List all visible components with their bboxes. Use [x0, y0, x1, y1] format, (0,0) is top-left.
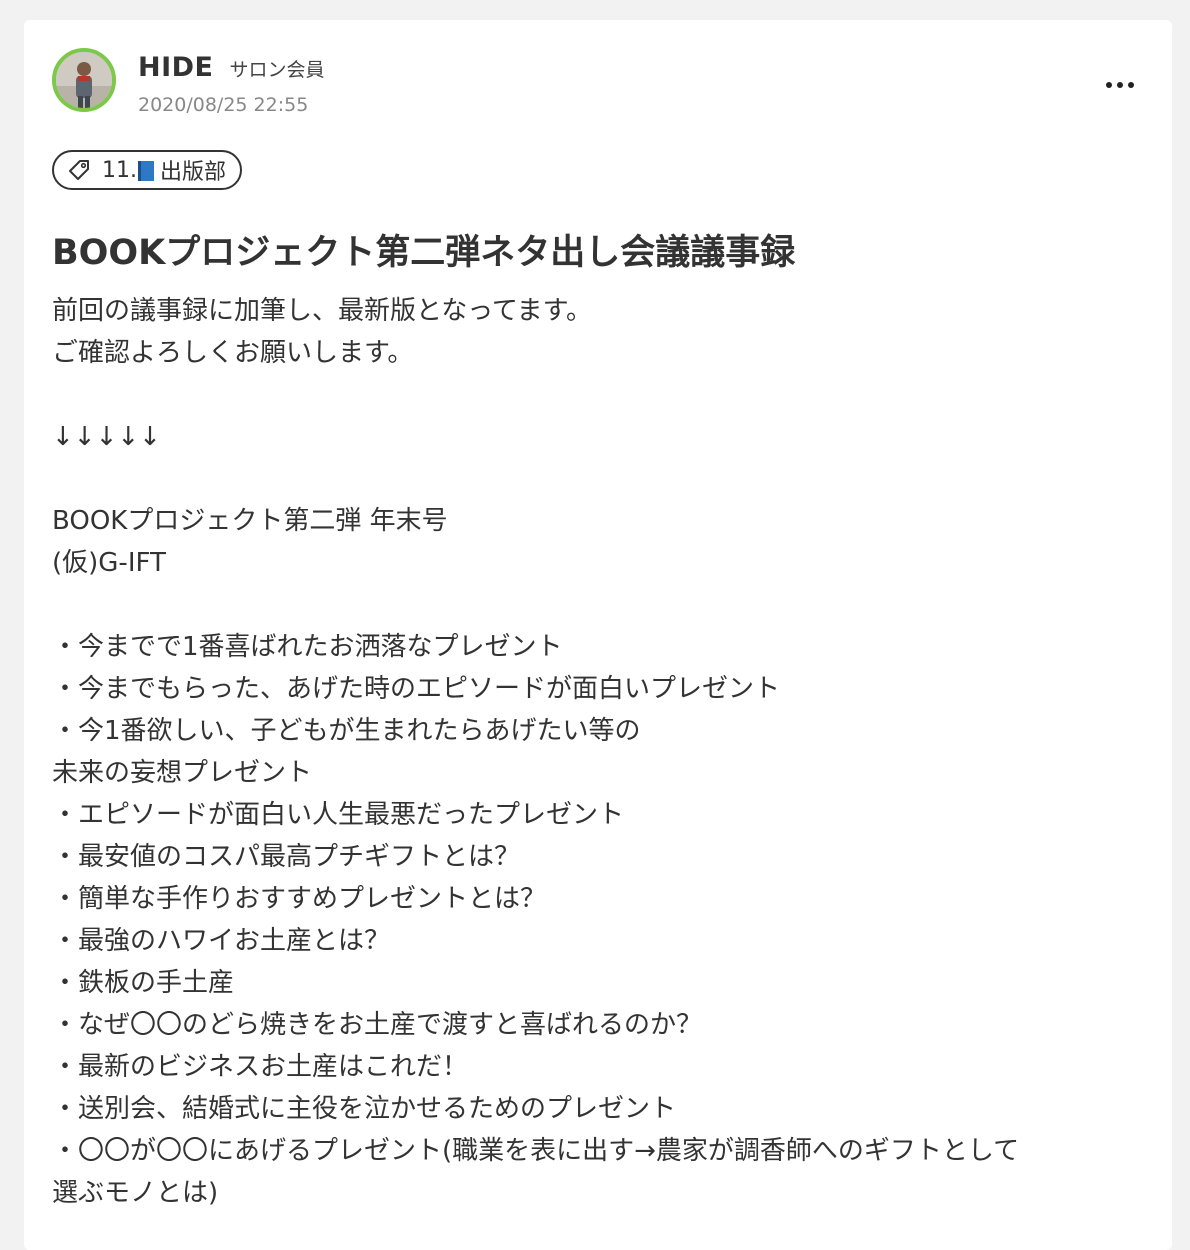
more-horizontal-icon — [1106, 82, 1112, 88]
avatar[interactable] — [52, 48, 116, 112]
more-options-button[interactable] — [1096, 70, 1144, 100]
post-body: 前回の議事録に加筆し、最新版となってます。 ご確認よろしくお願いします。 ↓↓↓… — [52, 290, 1142, 1214]
list-item: ・最安値のコスパ最高プチギフトとは？ — [52, 842, 521, 872]
author-role: サロン会員 — [229, 59, 325, 81]
list-item: 未来の妄想プレゼント — [52, 758, 313, 788]
list-item: 選ぶモノとは) — [52, 1178, 219, 1208]
body-line-project-subtitle: (仮)G-IFT — [52, 548, 166, 578]
category-tag[interactable]: 11. 出版部 — [52, 150, 243, 190]
blue-book-icon — [138, 161, 154, 181]
list-item: ・今までもらった、あげた時のエピソードが面白いプレゼント — [52, 674, 781, 704]
list-item: ・送別会、結婚式に主役を泣かせるためのプレゼント — [52, 1094, 677, 1124]
list-item: ・エピソードが面白い人生最悪だったプレゼント — [52, 800, 625, 830]
list-item: ・今までで1番喜ばれたお洒落なプレゼント — [52, 632, 563, 662]
author-name[interactable]: HIDE — [138, 52, 214, 83]
avatar-photo — [56, 52, 112, 108]
list-item: ・鉄板の手土産 — [52, 968, 235, 998]
author-info: HIDE サロン会員 — [138, 52, 325, 83]
list-item: ・今1番欲しい、子どもが生まれたらあげたい等の — [52, 716, 641, 746]
body-line-intro-1: 前回の議事録に加筆し、最新版となってます。 — [52, 296, 593, 326]
post-timestamp: 2020/08/25 22:55 — [138, 94, 309, 116]
tag-icon — [69, 160, 89, 180]
post-title: BOOKプロジェクト第二弾ネタ出し会議議事録 — [52, 233, 796, 273]
list-item: ・最強のハワイお土産とは？ — [52, 926, 391, 956]
body-line-arrows: ↓↓↓↓↓ — [52, 422, 161, 452]
list-item: ・〇〇が〇〇にあげるプレゼント(職業を表に出す→農家が調香師へのギフトとして — [52, 1136, 1020, 1166]
list-item: ・最新のビジネスお土産はこれだ！ — [52, 1052, 469, 1082]
tag-label: 11. 出版部 — [102, 154, 226, 186]
post-card: HIDE サロン会員 2020/08/25 22:55 11. 出版部 BOOK… — [24, 20, 1172, 1250]
body-line-project-title: BOOKプロジェクト第二弾 年末号 — [52, 506, 448, 536]
tag-prefix: 11. — [102, 157, 137, 183]
list-item: ・なぜ〇〇のどら焼きをお土産で渡すと喜ばれるのか？ — [52, 1010, 703, 1040]
body-line-intro-2: ご確認よろしくお願いします。 — [52, 338, 414, 368]
tag-name: 出版部 — [160, 160, 227, 185]
list-item: ・簡単な手作りおすすめプレゼントとは？ — [52, 884, 547, 914]
